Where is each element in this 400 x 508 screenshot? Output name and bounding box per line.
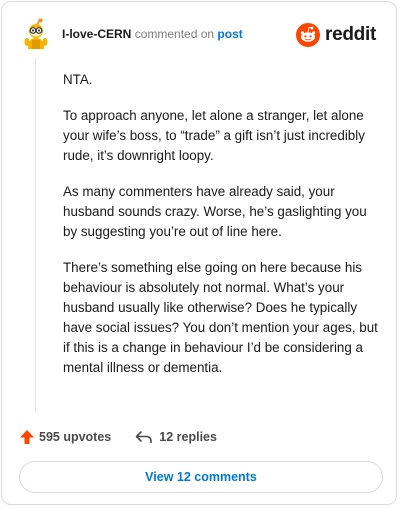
upvote-button[interactable]: 595 upvotes xyxy=(19,429,111,445)
reply-arrow-icon xyxy=(135,431,153,444)
comment-byline: I-love-CERN commented on post xyxy=(62,26,243,42)
comment-header: I-love-CERN commented on post reddit xyxy=(18,16,384,52)
brand-wordmark: reddit xyxy=(325,24,376,45)
reddit-snoo-icon xyxy=(296,23,321,47)
upvote-count: 595 upvotes xyxy=(39,430,112,444)
replies-button[interactable]: 12 replies xyxy=(135,430,217,444)
reddit-brand[interactable]: reddit xyxy=(296,22,376,48)
comment-actions: 595 upvotes 12 replies xyxy=(19,427,217,447)
view-comments-button[interactable]: View 12 comments xyxy=(19,461,383,493)
comment-paragraph: NTA. xyxy=(63,72,93,87)
comment-paragraph: To approach anyone, let alone a stranger… xyxy=(63,108,365,163)
comment-card: I-love-CERN commented on post reddit NTA… xyxy=(1,1,397,505)
user-avatar-icon[interactable] xyxy=(20,18,52,50)
action-text: commented on xyxy=(134,27,215,41)
upvote-arrow-icon xyxy=(20,430,34,444)
thread-line[interactable] xyxy=(35,58,36,413)
comment-paragraph: There’s something else going on here bec… xyxy=(63,260,378,375)
comment-body: NTA. To approach anyone, let alone a str… xyxy=(63,70,381,394)
comment-paragraph: As many commenters have already said, yo… xyxy=(63,184,367,239)
replies-count: 12 replies xyxy=(159,430,217,444)
username-link[interactable]: I-love-CERN xyxy=(62,27,131,41)
post-link[interactable]: post xyxy=(217,27,242,41)
